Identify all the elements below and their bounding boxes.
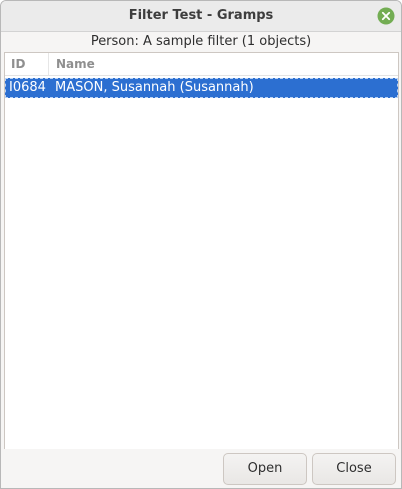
results-list[interactable]: ID Name I0684 MASON, Susannah (Susannah) (4, 52, 399, 450)
column-header-name[interactable]: Name (50, 53, 398, 75)
filter-test-window: Filter Test - Gramps Person: A sample fi… (0, 0, 402, 489)
close-icon[interactable] (377, 7, 395, 25)
window-title: Filter Test - Gramps (128, 8, 274, 23)
column-header-id[interactable]: ID (5, 53, 49, 75)
open-button[interactable]: Open (223, 453, 307, 485)
button-bar: Open Close (1, 449, 401, 488)
filter-summary: Person: A sample filter (1 objects) (90, 34, 312, 49)
title-bar[interactable]: Filter Test - Gramps (1, 1, 401, 32)
close-button[interactable]: Close (312, 453, 396, 485)
row-name-cell: MASON, Susannah (Susannah) (55, 80, 254, 95)
table-row[interactable]: I0684 MASON, Susannah (Susannah) (5, 78, 398, 98)
list-header: ID Name (5, 53, 398, 76)
row-id-cell: I0684 (9, 80, 46, 95)
